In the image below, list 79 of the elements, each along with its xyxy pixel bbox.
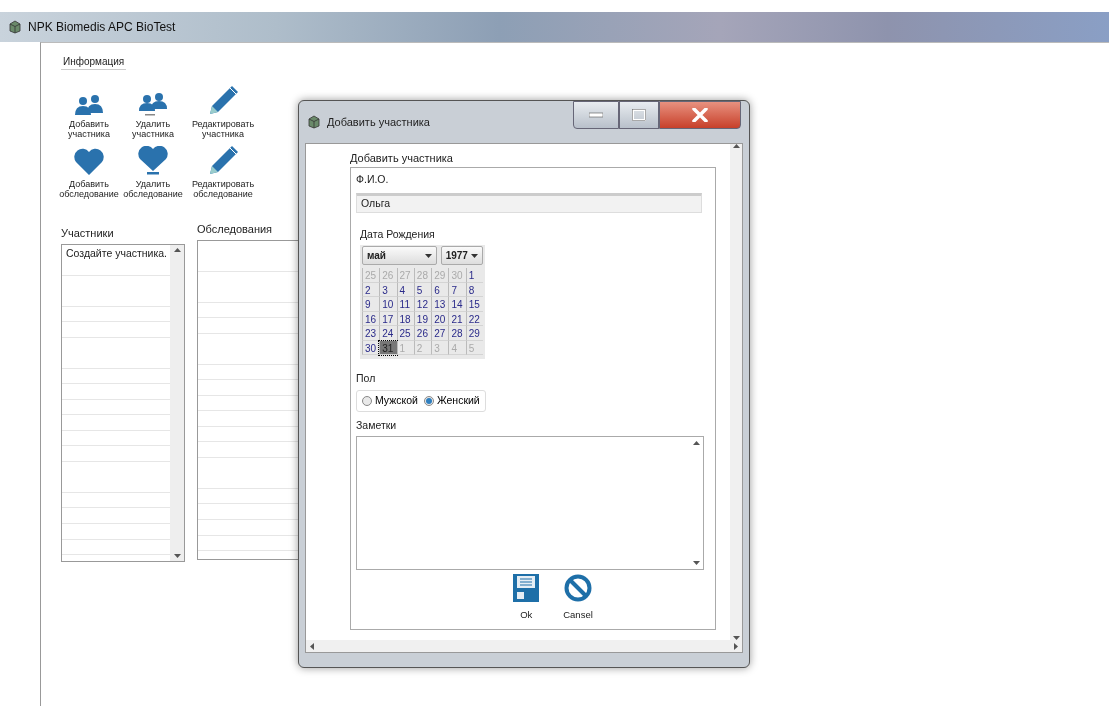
close-icon [692,108,708,122]
dialog-title: Добавить участника [327,114,430,130]
calendar-day[interactable]: 12 [413,297,432,312]
scroll-arrow-icon[interactable] [310,642,314,650]
scroll-arrow-icon[interactable] [692,561,700,566]
scroll-arrow-icon[interactable] [732,144,740,148]
calendar-day[interactable]: 11 [396,297,414,312]
name-field[interactable]: Ольга [356,193,702,214]
maximize-icon [632,109,646,121]
close-button[interactable] [659,101,741,129]
cancel-button[interactable]: Cansel [563,574,593,623]
window-title: NPK Biomedis APC BioTest [28,19,176,36]
people-minus-icon [138,92,168,116]
scroll-arrow-icon[interactable] [173,553,181,558]
list-item[interactable]: Создайте участника. [62,244,168,262]
calendar-day[interactable]: 15 [465,297,483,312]
calendar-day[interactable]: 31 [379,340,397,355]
cancel-icon [564,574,592,603]
toolbar-button[interactable]: Редактировать обследование [185,143,261,200]
field-label: Пол [356,371,377,386]
toolbar-button[interactable]: Удалить участника [121,84,185,140]
calendar-day[interactable]: 14 [448,297,466,312]
calendar-day[interactable]: 8 [465,282,483,297]
scroll-arrow-icon[interactable] [692,441,700,446]
radio-button[interactable]: Мужской [362,392,418,409]
ok-button[interactable]: Ok [513,574,540,623]
scrollbar[interactable] [730,144,742,640]
calendar-day[interactable]: 13 [431,297,449,312]
heart-icon [73,147,105,176]
notes-field[interactable] [356,436,704,571]
app-icon [307,115,321,129]
participants-list[interactable]: Создайте участника. [61,243,185,562]
toolbar-button[interactable]: Удалить обследование [121,143,185,200]
minimize-button[interactable] [573,101,619,129]
calendar-day[interactable]: 21 [448,311,466,326]
calendar-day[interactable]: 3 [379,282,397,297]
calendar-day[interactable]: 16 [362,311,380,326]
calendar-day[interactable]: 7 [448,282,466,297]
field-label: Ф.И.О. [356,171,390,187]
calendar-day[interactable]: 25 [396,326,414,341]
year-dropdown[interactable]: 1977 [440,246,483,265]
toolbar-button[interactable]: Добавить обследование [57,143,121,200]
scroll-arrow-icon[interactable] [173,247,181,252]
list-title: Обследования [197,222,274,238]
list-title: Участники [61,226,115,242]
maximize-button[interactable] [619,101,659,129]
month-dropdown[interactable]: май [362,246,437,265]
group-title: Добавить участника [350,151,454,166]
calendar-day[interactable]: 17 [379,311,397,326]
calendar-day[interactable]: 22 [465,311,483,326]
radio-button[interactable]: Женский [423,392,480,409]
calendar-day[interactable]: 9 [362,297,380,312]
heart-icon [137,145,169,176]
calendar-day[interactable]: 26 [413,326,432,341]
calendar-day[interactable]: 20 [431,311,449,326]
calendar-day[interactable]: 18 [396,311,414,326]
field-label: Заметки [356,417,398,433]
calendar-day[interactable]: 5 [413,282,432,297]
scrollbar[interactable] [170,244,184,561]
calendar-day[interactable]: 27 [431,326,449,341]
tab[interactable]: Информация [61,54,127,70]
caret-icon [424,253,432,258]
calendar-day[interactable]: 4 [396,282,414,297]
calendar-day[interactable]: 2 [362,282,380,297]
calendar-day[interactable]: 6 [431,282,449,297]
toolbar-button[interactable]: Редактировать участника [185,84,261,140]
calendar-day[interactable]: 29 [465,326,483,341]
caret-icon [471,253,478,258]
minimize-icon [589,112,603,118]
calendar-day[interactable]: 1 [465,268,483,283]
calendar-day[interactable]: 19 [413,311,432,326]
toolbar-button[interactable]: Добавить участника [57,84,121,140]
people-icon [74,94,104,116]
calendar-day[interactable]: 23 [362,326,380,341]
field-label: Дата Рождения [360,227,436,243]
app-icon [8,20,22,34]
calendar-day[interactable]: 28 [448,326,466,341]
calendar-day[interactable]: 10 [379,297,397,312]
scrollbar[interactable] [306,640,742,652]
